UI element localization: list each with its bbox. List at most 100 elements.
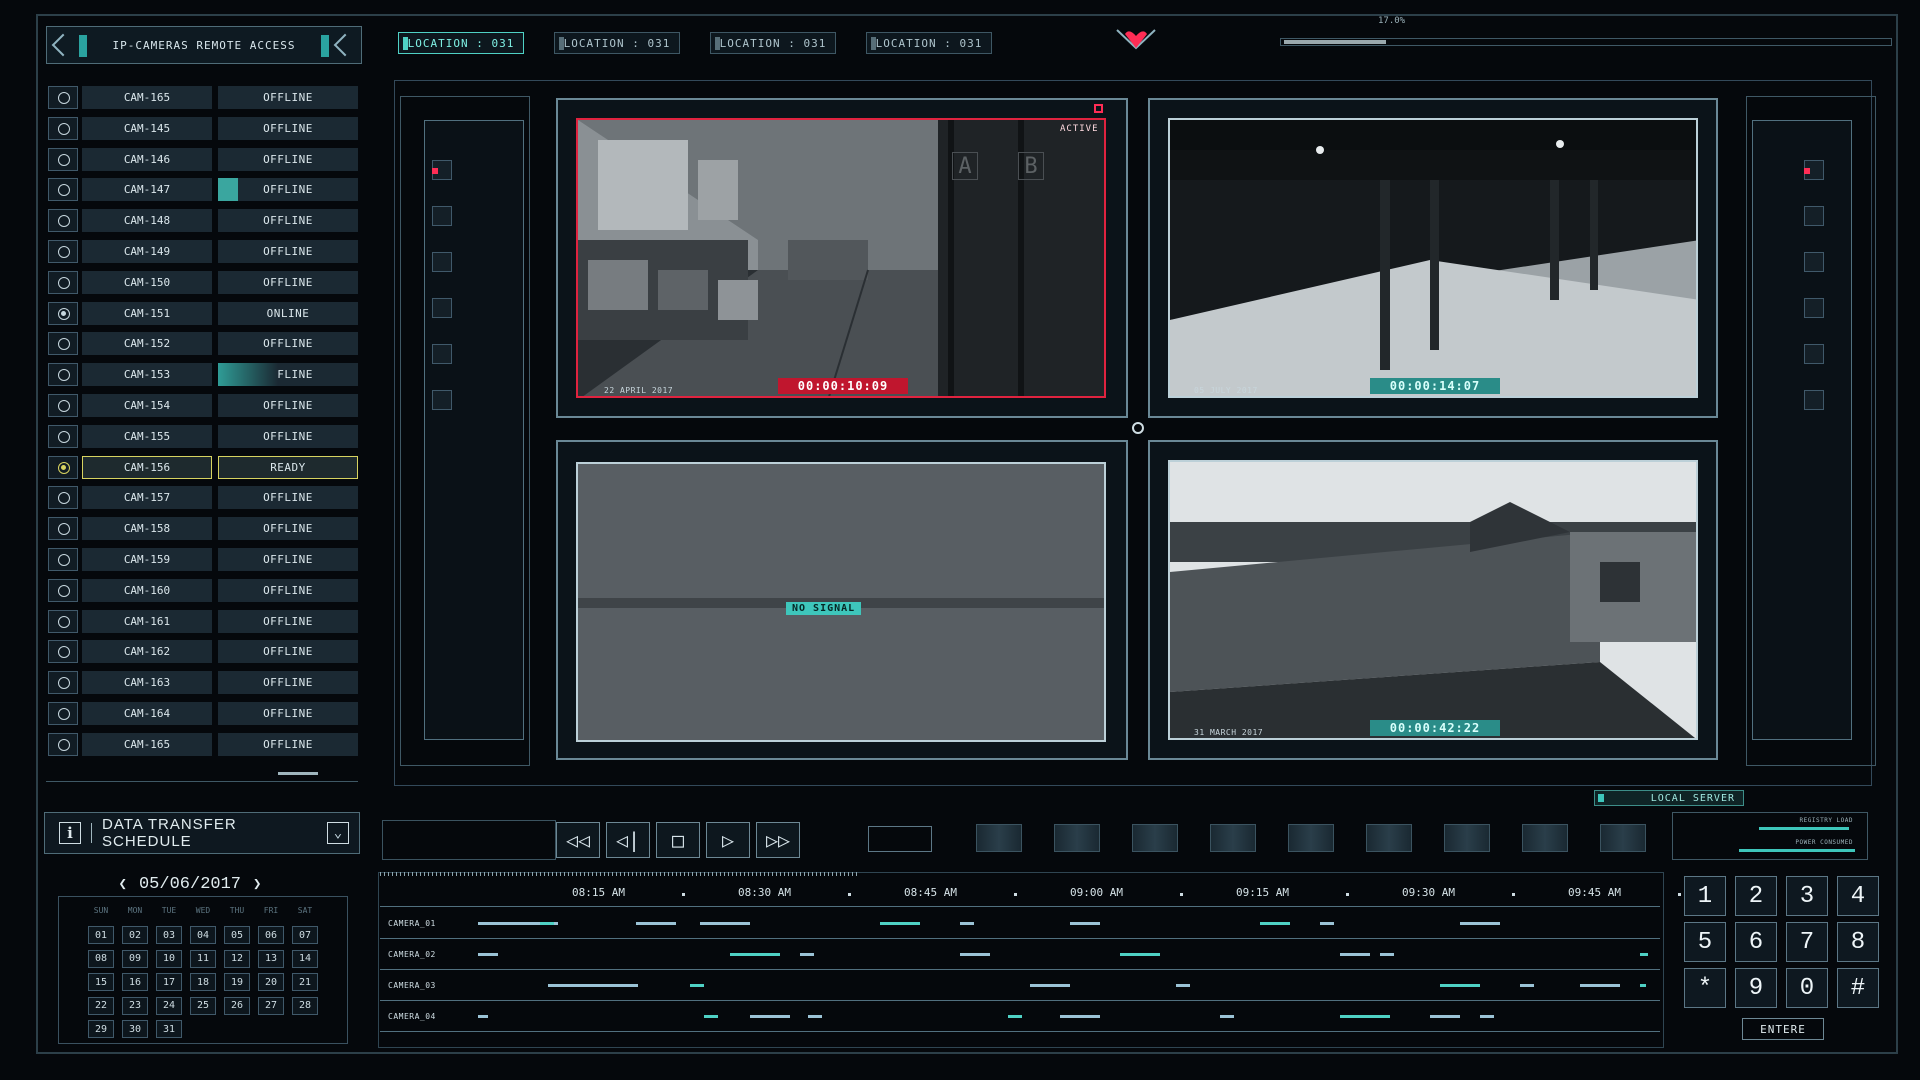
calendar-day[interactable]: 19 [224,973,250,991]
tab-location-4[interactable]: LOCATION : 031 [866,32,992,54]
timeline-event[interactable] [1030,984,1070,987]
prev-month-button[interactable]: ❮ [119,876,127,893]
camera-select-radio[interactable] [48,209,78,233]
tab-location-2[interactable]: LOCATION : 031 [554,32,680,54]
timeline-event[interactable] [1460,922,1500,925]
timeline-event[interactable] [730,953,780,956]
timeline-event[interactable] [1220,1015,1234,1018]
stop-button[interactable]: □ [656,822,700,858]
keypad-key[interactable]: 8 [1837,922,1879,962]
camera-select-radio[interactable] [48,640,78,664]
camera-select-radio[interactable] [48,270,78,294]
timeline-event[interactable] [548,984,638,987]
camera-select-radio[interactable] [48,486,78,510]
keypad-key[interactable]: 9 [1735,968,1777,1008]
timeline-event[interactable] [960,922,974,925]
calendar-day[interactable]: 09 [122,949,148,968]
rack-button[interactable] [1804,390,1824,410]
timeline-event[interactable] [1320,922,1334,925]
camera-select-radio[interactable] [48,455,78,479]
play-button[interactable]: ▷ [706,822,750,858]
keypad-key[interactable]: * [1684,968,1726,1008]
camera-select-radio[interactable] [48,147,78,171]
camera-select-radio[interactable] [48,702,78,725]
timeline-event[interactable] [700,922,750,925]
calendar-day[interactable]: 25 [190,996,216,1015]
rack-button[interactable] [1804,298,1824,318]
timeline-thumbnail[interactable] [1600,824,1646,852]
timeline-event[interactable] [1640,984,1646,987]
timeline-event[interactable] [1260,922,1290,925]
camera-row[interactable]: CAM-146 OFFLINE [44,146,360,173]
keypad-key[interactable]: # [1837,968,1879,1008]
scrollbar-thumb[interactable] [278,772,318,775]
timeline-thumbnail[interactable] [1366,824,1412,852]
timeline-event[interactable] [1340,953,1370,956]
camera-select-radio[interactable] [48,332,78,356]
rack-button[interactable] [432,344,452,364]
rack-button[interactable] [432,390,452,410]
fast-forward-button[interactable]: ▷▷ [756,822,800,858]
timeline-event[interactable] [1176,984,1190,987]
camera-feed-2[interactable]: 05 JULY 2017 00:00:14:07 [1168,118,1698,398]
camera-select-radio[interactable] [48,609,78,633]
camera-select-radio[interactable] [48,363,78,387]
timeline-event[interactable] [1580,984,1620,987]
volume-control[interactable] [868,826,932,852]
timeline-event[interactable] [540,922,554,925]
calendar-day[interactable]: 13 [258,949,284,968]
calendar-day[interactable]: 02 [122,926,148,944]
timeline-event[interactable] [1008,1015,1022,1018]
timeline-event[interactable] [808,1015,822,1018]
timeline-event[interactable] [1120,953,1160,956]
calendar-day[interactable]: 04 [190,926,216,944]
camera-row[interactable]: CAM-148 OFFLINE [44,207,360,234]
calendar-day[interactable]: 05 [224,926,250,944]
timeline-event[interactable] [880,922,920,925]
keypad-key[interactable]: 1 [1684,876,1726,916]
rack-button[interactable] [432,252,452,272]
rewind-button[interactable]: ◁◁ [556,822,600,858]
camera-select-radio[interactable] [48,548,78,571]
keypad-key[interactable]: 0 [1786,968,1828,1008]
data-transfer-schedule[interactable]: i DATA TRANSFER SCHEDULE ⌄ [44,812,360,854]
calendar-day[interactable]: 12 [224,949,250,968]
calendar-day[interactable]: 16 [122,973,148,991]
step-back-button[interactable]: ◁| [606,822,650,858]
camera-select-radio[interactable] [48,424,78,448]
calendar-day[interactable]: 31 [156,1020,182,1038]
timeline-event[interactable] [1640,953,1648,956]
timeline-event[interactable] [690,984,704,987]
camera-feed-3[interactable]: NO SIGNAL [576,462,1106,742]
keypad-key[interactable]: 3 [1786,876,1828,916]
keypad-key[interactable]: 2 [1735,876,1777,916]
timeline-thumbnail[interactable] [976,824,1022,852]
timeline-thumbnail[interactable] [1132,824,1178,852]
calendar-day[interactable]: 28 [292,996,318,1015]
camera-select-radio[interactable] [48,301,78,325]
calendar-day[interactable]: 14 [292,949,318,968]
rack-button[interactable] [1804,206,1824,226]
keypad-key[interactable]: 6 [1735,922,1777,962]
timeline-event[interactable] [478,1015,488,1018]
calendar-day[interactable]: 17 [156,973,182,991]
rack-button[interactable] [432,206,452,226]
camera-row[interactable]: CAM-158 OFFLINE [44,515,360,542]
rack-button[interactable] [1804,252,1824,272]
camera-feed-1[interactable]: A B 22 APRIL 2017 00:00:10:09 [576,118,1106,398]
calendar-day[interactable]: 18 [190,973,216,991]
tab-location-1[interactable]: LOCATION : 031 [398,32,524,54]
calendar-day[interactable]: 07 [292,926,318,944]
keypad-key[interactable]: 7 [1786,922,1828,962]
calendar-day[interactable]: 22 [88,996,114,1015]
tab-location-3[interactable]: LOCATION : 031 [710,32,836,54]
camera-select-radio[interactable] [48,86,78,109]
calendar-day[interactable]: 24 [156,996,182,1015]
timeline-event[interactable] [1060,1015,1100,1018]
calendar-day[interactable]: 30 [122,1020,148,1038]
timeline-event[interactable] [1340,1015,1390,1018]
timeline-thumbnail[interactable] [1288,824,1334,852]
camera-row[interactable]: CAM-165 OFFLINE [44,731,360,758]
timeline-event[interactable] [636,922,676,925]
keypad-key[interactable]: 4 [1837,876,1879,916]
